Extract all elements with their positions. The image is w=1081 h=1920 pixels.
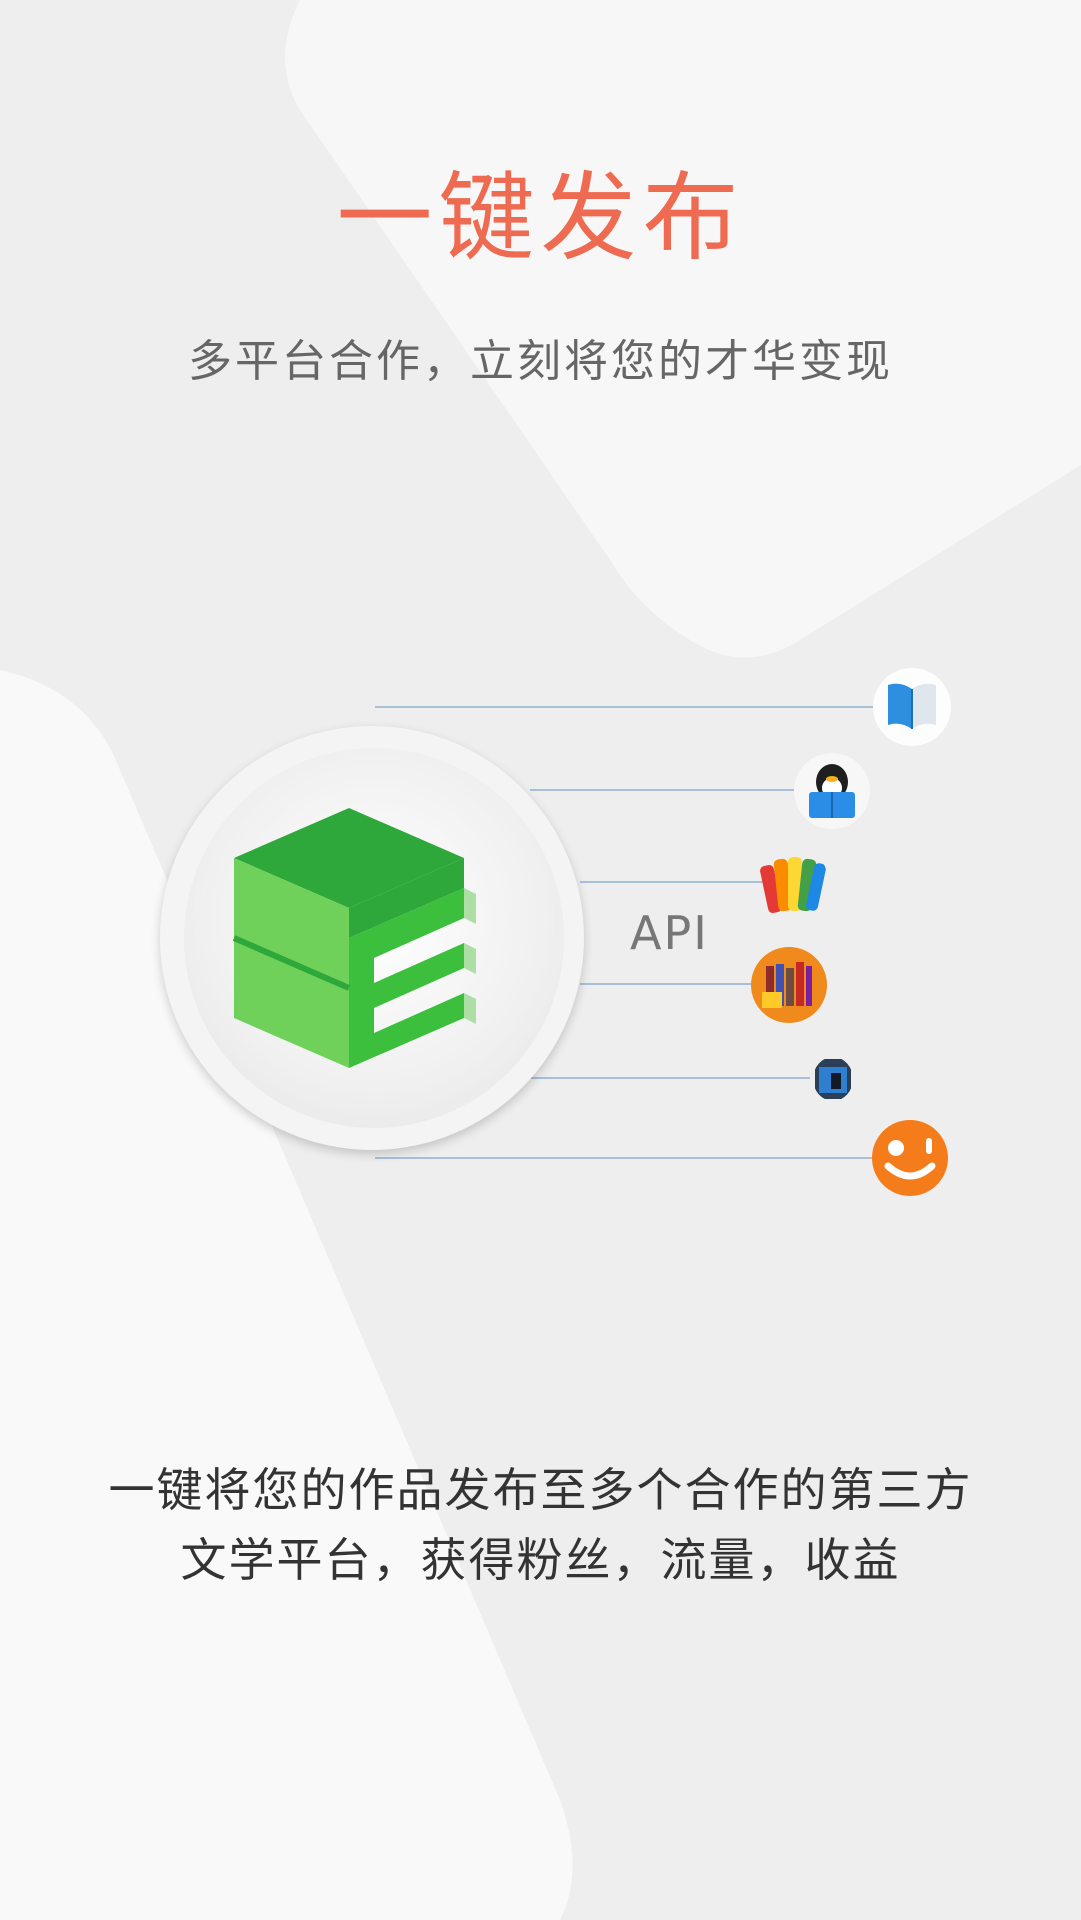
api-label: API — [630, 906, 709, 960]
colorful-books-icon — [760, 857, 826, 914]
reading-app-icon — [815, 1059, 851, 1099]
qq-reading-icon — [794, 753, 870, 829]
green-cube-e-logo-icon — [232, 808, 476, 1068]
description: 一键将您的作品发布至多个合作的第三方 文学平台，获得粉丝，流量，收益 — [0, 1455, 1081, 1595]
taobao-books-icon — [751, 947, 827, 1023]
open-book-icon — [873, 668, 951, 746]
description-line-2: 文学平台，获得粉丝，流量，收益 — [180, 1533, 901, 1587]
orange-smile-icon — [872, 1120, 948, 1196]
description-line-1: 一键将您的作品发布至多个合作的第三方 — [108, 1463, 973, 1517]
